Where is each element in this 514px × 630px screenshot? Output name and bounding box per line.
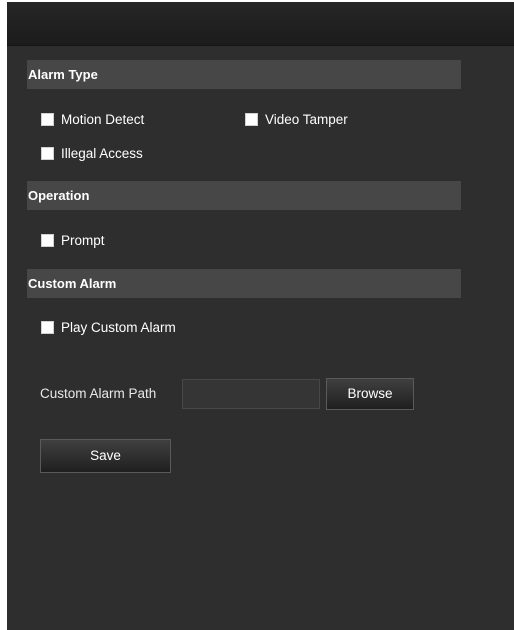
play-custom-alarm-checkbox[interactable]: Play Custom Alarm — [41, 318, 176, 336]
motion-detect-checkbox[interactable]: Motion Detect — [41, 110, 144, 128]
play-custom-alarm-label: Play Custom Alarm — [61, 319, 176, 335]
video-tamper-checkbox[interactable]: Video Tamper — [245, 110, 348, 128]
browse-button[interactable]: Browse — [326, 378, 414, 410]
prompt-label: Prompt — [61, 232, 105, 248]
illegal-access-label: Illegal Access — [61, 145, 143, 161]
section-header-operation: Operation — [27, 181, 461, 210]
top-bar — [7, 2, 514, 46]
illegal-access-checkbox[interactable]: Illegal Access — [41, 144, 143, 162]
section-header-custom-alarm: Custom Alarm — [27, 269, 461, 298]
checkbox-box[interactable] — [41, 233, 54, 247]
prompt-checkbox[interactable]: Prompt — [41, 231, 105, 249]
checkbox-box[interactable] — [41, 112, 54, 126]
section-header-alarm-type: Alarm Type — [27, 60, 461, 89]
motion-detect-label: Motion Detect — [61, 111, 145, 127]
alarm-settings-panel: Alarm Type Motion Detect Video Tamper Il… — [7, 2, 514, 630]
custom-alarm-path-input[interactable] — [182, 379, 320, 409]
checkbox-box[interactable] — [41, 146, 54, 160]
checkbox-box[interactable] — [41, 320, 54, 334]
custom-alarm-path-label: Custom Alarm Path — [40, 386, 157, 401]
checkbox-box[interactable] — [245, 112, 258, 126]
video-tamper-label: Video Tamper — [265, 111, 348, 127]
save-button[interactable]: Save — [40, 439, 171, 473]
